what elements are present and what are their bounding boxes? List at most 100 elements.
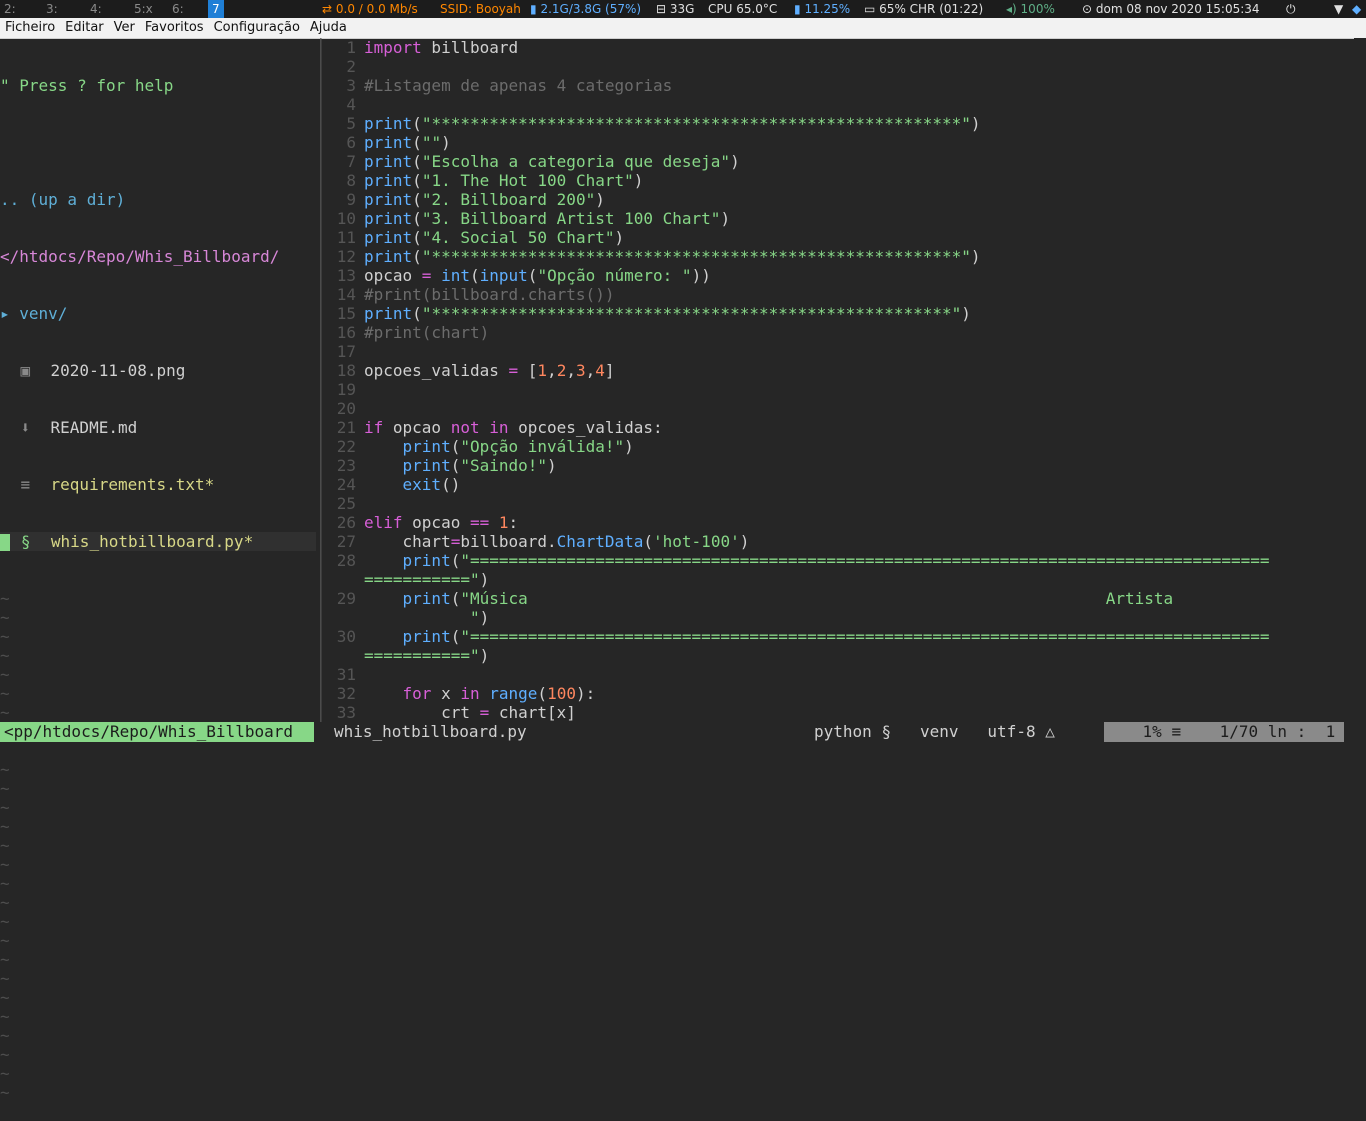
line-number: 13 (336, 266, 356, 285)
tree-file[interactable]: ▣ 2020-11-08.png (0, 361, 316, 380)
code-line[interactable]: print("*********************************… (364, 247, 1354, 266)
menu-editar[interactable]: Editar (60, 20, 109, 35)
code-line[interactable]: #Listagem de apenas 4 categorias (364, 76, 1354, 95)
menu-ver[interactable]: Ver (109, 20, 140, 35)
network-speed-value: 0.0 / 0.0 Mb/s (335, 2, 418, 16)
code-line[interactable]: import billboard (364, 38, 1354, 57)
code-line[interactable]: print("Opção inválida!") (364, 437, 1354, 456)
code-line[interactable]: print("4. Social 50 Chart") (364, 228, 1354, 247)
tree-file[interactable]: ≡ requirements.txt* (0, 475, 316, 494)
code-token: print (402, 589, 451, 608)
code-line[interactable]: opcoes_validas = [1,2,3,4] (364, 361, 1354, 380)
line-number (326, 646, 356, 665)
code-line[interactable]: for x in range(100): (364, 684, 1354, 703)
code-token: = (508, 361, 519, 380)
workspace-4[interactable]: 4: (90, 0, 102, 18)
line-number: 28 (336, 551, 356, 570)
divider-bar: │ (316, 475, 326, 494)
split-divider[interactable]: │ │ │ │ │ │ │ │ │ │ │ │ │ │ │ │ │ │ │ │ │ │ │ │ │ │ │ │ │ │ │ │ │ │ │ │ (316, 38, 326, 722)
empty-line-tilde: ~ (0, 931, 10, 950)
line-number: 10 (336, 209, 356, 228)
code-line[interactable]: print("=================================… (364, 627, 1354, 646)
menu-ajuda[interactable]: Ajuda (305, 20, 352, 35)
code-line[interactable]: if opcao not in opcoes_validas: (364, 418, 1354, 437)
code-line[interactable]: print("=================================… (364, 551, 1354, 570)
menu-favoritos[interactable]: Favoritos (140, 20, 209, 35)
code-token: for (402, 684, 432, 703)
code-line[interactable]: print("*********************************… (364, 304, 1354, 323)
code-line[interactable]: #print(billboard.charts()) (364, 285, 1354, 304)
code-token: ( (450, 551, 461, 570)
code-line[interactable] (364, 399, 1354, 418)
power-icon[interactable]: ⏻ (1286, 0, 1296, 18)
code-line[interactable]: print("*********************************… (364, 114, 1354, 133)
statusline-percent: 1% (1142, 722, 1162, 741)
tree-file-selected[interactable]: § whis_hotbillboard.py* (0, 532, 316, 551)
workspace-5[interactable]: 5:x (134, 0, 153, 18)
empty-line-tilde: ~ (0, 912, 10, 931)
network-tray-icon[interactable]: ◆ (1352, 0, 1361, 18)
code-line[interactable]: print("Música Artista (364, 589, 1354, 608)
tree-updir[interactable]: .. (up a dir) (0, 190, 316, 209)
code-token: #Listagem de apenas 4 categorias (364, 76, 673, 95)
code-line[interactable] (364, 57, 1354, 76)
code-line[interactable]: print("3. Billboard Artist 100 Chart") (364, 209, 1354, 228)
code-line[interactable]: ===========") (364, 570, 1354, 589)
line-number: 30 (336, 627, 356, 646)
volume[interactable]: ◂) 100% (1006, 0, 1055, 18)
code-token: #print(billboard.charts()) (364, 285, 615, 304)
code-editor[interactable]: import billboard #Listagem de apenas 4 c… (364, 38, 1354, 722)
workspace-6[interactable]: 6: (172, 0, 184, 18)
code-token: 4 (595, 361, 605, 380)
tree-help: " Press ? for help (0, 76, 174, 95)
code-line[interactable]: print("") (364, 133, 1354, 152)
tree-file[interactable]: ⬇ README.md (0, 418, 316, 437)
code-token: )) (691, 266, 711, 285)
menu-configuracao[interactable]: Configuração (209, 20, 305, 35)
workspace-7-active[interactable]: 7 (208, 0, 224, 18)
line-number: 6 (346, 133, 356, 152)
code-line[interactable]: chart=billboard.ChartData('hot-100') (364, 532, 1354, 551)
code-token: ( (469, 266, 480, 285)
code-line[interactable]: print("1. The Hot 100 Chart") (364, 171, 1354, 190)
empty-line-tilde: ~ (0, 1007, 10, 1026)
code-line[interactable] (364, 665, 1354, 684)
scrollbar[interactable] (1354, 38, 1366, 722)
code-token: ( (412, 247, 422, 266)
code-line[interactable] (364, 95, 1354, 114)
wifi-icon[interactable]: ▼ (1334, 0, 1343, 18)
workspace-3[interactable]: 3: (46, 0, 58, 18)
code-token: ): (575, 684, 596, 703)
code-token: opcoes_validas: (508, 418, 663, 437)
code-line[interactable]: ") (364, 608, 1354, 627)
code-line[interactable]: elif opcao == 1: (364, 513, 1354, 532)
menu-ficheiro[interactable]: Ficheiro (0, 20, 60, 35)
linux-icon: △ (1045, 722, 1055, 741)
code-line[interactable] (364, 380, 1354, 399)
code-token: ] (604, 361, 615, 380)
divider-bar: │ (316, 133, 326, 152)
code-line[interactable]: print("2. Billboard 200") (364, 190, 1354, 209)
code-line[interactable]: #print(chart) (364, 323, 1354, 342)
divider-bar: │ (316, 418, 326, 437)
tree-file-name: README.md (50, 418, 138, 437)
code-token: "1. The Hot 100 Chart" (421, 171, 634, 190)
tree-dir-venv[interactable]: ▸ venv/ (0, 304, 316, 323)
code-line[interactable]: crt = chart[x] (364, 703, 1354, 722)
command-line[interactable] (0, 742, 1366, 768)
line-number: 7 (346, 152, 356, 171)
code-line[interactable]: exit() (364, 475, 1354, 494)
workspace-2[interactable]: 2: (4, 0, 16, 18)
code-token: opcoes_validas (364, 361, 509, 380)
code-line[interactable]: ===========") (364, 646, 1354, 665)
tree-root-path[interactable]: </htdocs/Repo/Whis_Billboard/ (0, 247, 316, 266)
code-token: "" (421, 133, 442, 152)
code-line[interactable] (364, 494, 1354, 513)
code-line[interactable] (364, 342, 1354, 361)
empty-line-tilde: ~ (0, 1064, 10, 1083)
code-line[interactable]: print("Escolha a categoria que deseja") (364, 152, 1354, 171)
code-line[interactable]: opcao = int(input("Opção número: ")) (364, 266, 1354, 285)
divider-bar: │ (316, 342, 326, 361)
code-line[interactable]: print("Saindo!") (364, 456, 1354, 475)
